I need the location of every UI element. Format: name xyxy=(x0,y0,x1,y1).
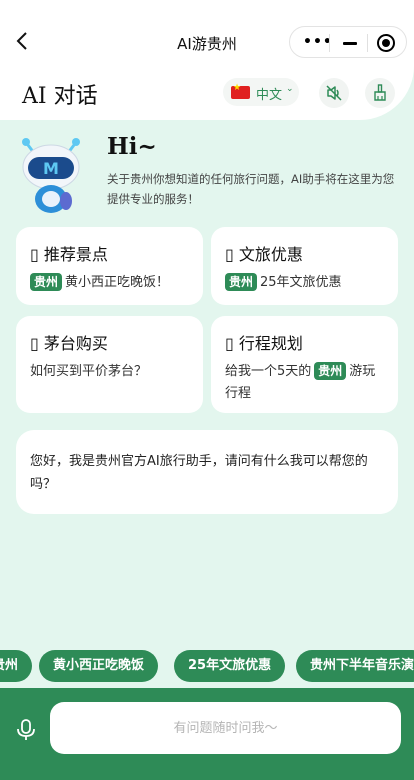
capsule-divider xyxy=(329,34,330,52)
card-icon: ▯ xyxy=(225,334,234,353)
card-culture-discount[interactable]: ▯ 文旅优惠 贵州 25年文旅优惠 xyxy=(211,227,398,305)
robot-mascot-icon: M xyxy=(22,138,80,213)
card-itinerary-planning[interactable]: ▯ 行程规划 给我一个5天的 贵州 游玩行程 xyxy=(211,316,398,413)
card-text: 黄小西正吃晚饭！ xyxy=(65,275,170,290)
location-tag: 贵州 xyxy=(314,362,347,380)
mini-program-capsule: ••• xyxy=(289,26,407,58)
assistant-message-text: 您好，我是贵州官方AI旅行助手，请问有什么我可以帮您的吗？ xyxy=(30,454,368,492)
mute-button[interactable] xyxy=(319,78,349,108)
close-circle-icon[interactable] xyxy=(377,34,395,52)
speaker-mute-icon xyxy=(326,85,342,101)
chevron-down-icon: ⌄ xyxy=(286,84,294,94)
language-selector[interactable]: 中文 ⌄ xyxy=(223,78,299,106)
chip[interactable]: 贵州下半年音乐演 xyxy=(296,650,414,682)
microphone-icon[interactable] xyxy=(16,718,36,742)
card-title: 推荐景点 xyxy=(43,245,108,264)
svg-text:M: M xyxy=(43,159,59,178)
card-title: 茅台购买 xyxy=(43,334,108,353)
chip[interactable]: 贵州 xyxy=(0,650,33,682)
location-tag: 贵州 xyxy=(225,273,258,291)
chat-header: AI 对话 中文 ⌄ xyxy=(0,66,414,120)
greeting-intro: 关于贵州你想知道的任何旅行问题，AI助手将在这里为您提供专业的服务！ xyxy=(107,172,395,206)
language-label: 中文 xyxy=(256,88,283,103)
input-bar xyxy=(0,688,414,780)
card-icon: ▯ xyxy=(30,245,39,264)
card-text: 如何买到平价茅台？ xyxy=(30,364,148,379)
broom-icon xyxy=(374,84,386,101)
card-text: 25年文旅优惠 xyxy=(260,275,342,290)
capsule-divider xyxy=(367,34,368,52)
card-recommend-spots[interactable]: ▯ 推荐景点 贵州 黄小西正吃晚饭！ xyxy=(16,227,203,305)
clear-chat-button[interactable] xyxy=(365,78,395,108)
top-nav-bar: AI游贵州 ••• xyxy=(0,0,414,66)
question-input[interactable] xyxy=(50,702,401,754)
card-icon: ▯ xyxy=(225,245,234,264)
card-title: 文旅优惠 xyxy=(238,245,303,264)
card-title: 行程规划 xyxy=(238,334,303,353)
card-text: 给我一个5天的 xyxy=(225,364,312,379)
assistant-message-bubble: 您好，我是贵州官方AI旅行助手，请问有什么我可以帮您的吗？ xyxy=(16,430,398,514)
china-flag-icon xyxy=(231,83,250,99)
minimize-icon[interactable] xyxy=(343,42,357,45)
quick-question-chips: 贵州 黄小西正吃晚饭 25年文旅优惠 贵州下半年音乐演 xyxy=(0,650,414,682)
chat-title: AI 对话 xyxy=(22,84,98,109)
location-tag: 贵州 xyxy=(30,273,63,291)
card-moutai-purchase[interactable]: ▯ 茅台购买 如何买到平价茅台？ xyxy=(16,316,203,413)
card-icon: ▯ xyxy=(30,334,39,353)
chip[interactable]: 黄小西正吃晚饭 xyxy=(39,650,159,682)
greeting-heading: Hi~ xyxy=(107,133,157,160)
chip[interactable]: 25年文旅优惠 xyxy=(174,650,286,682)
